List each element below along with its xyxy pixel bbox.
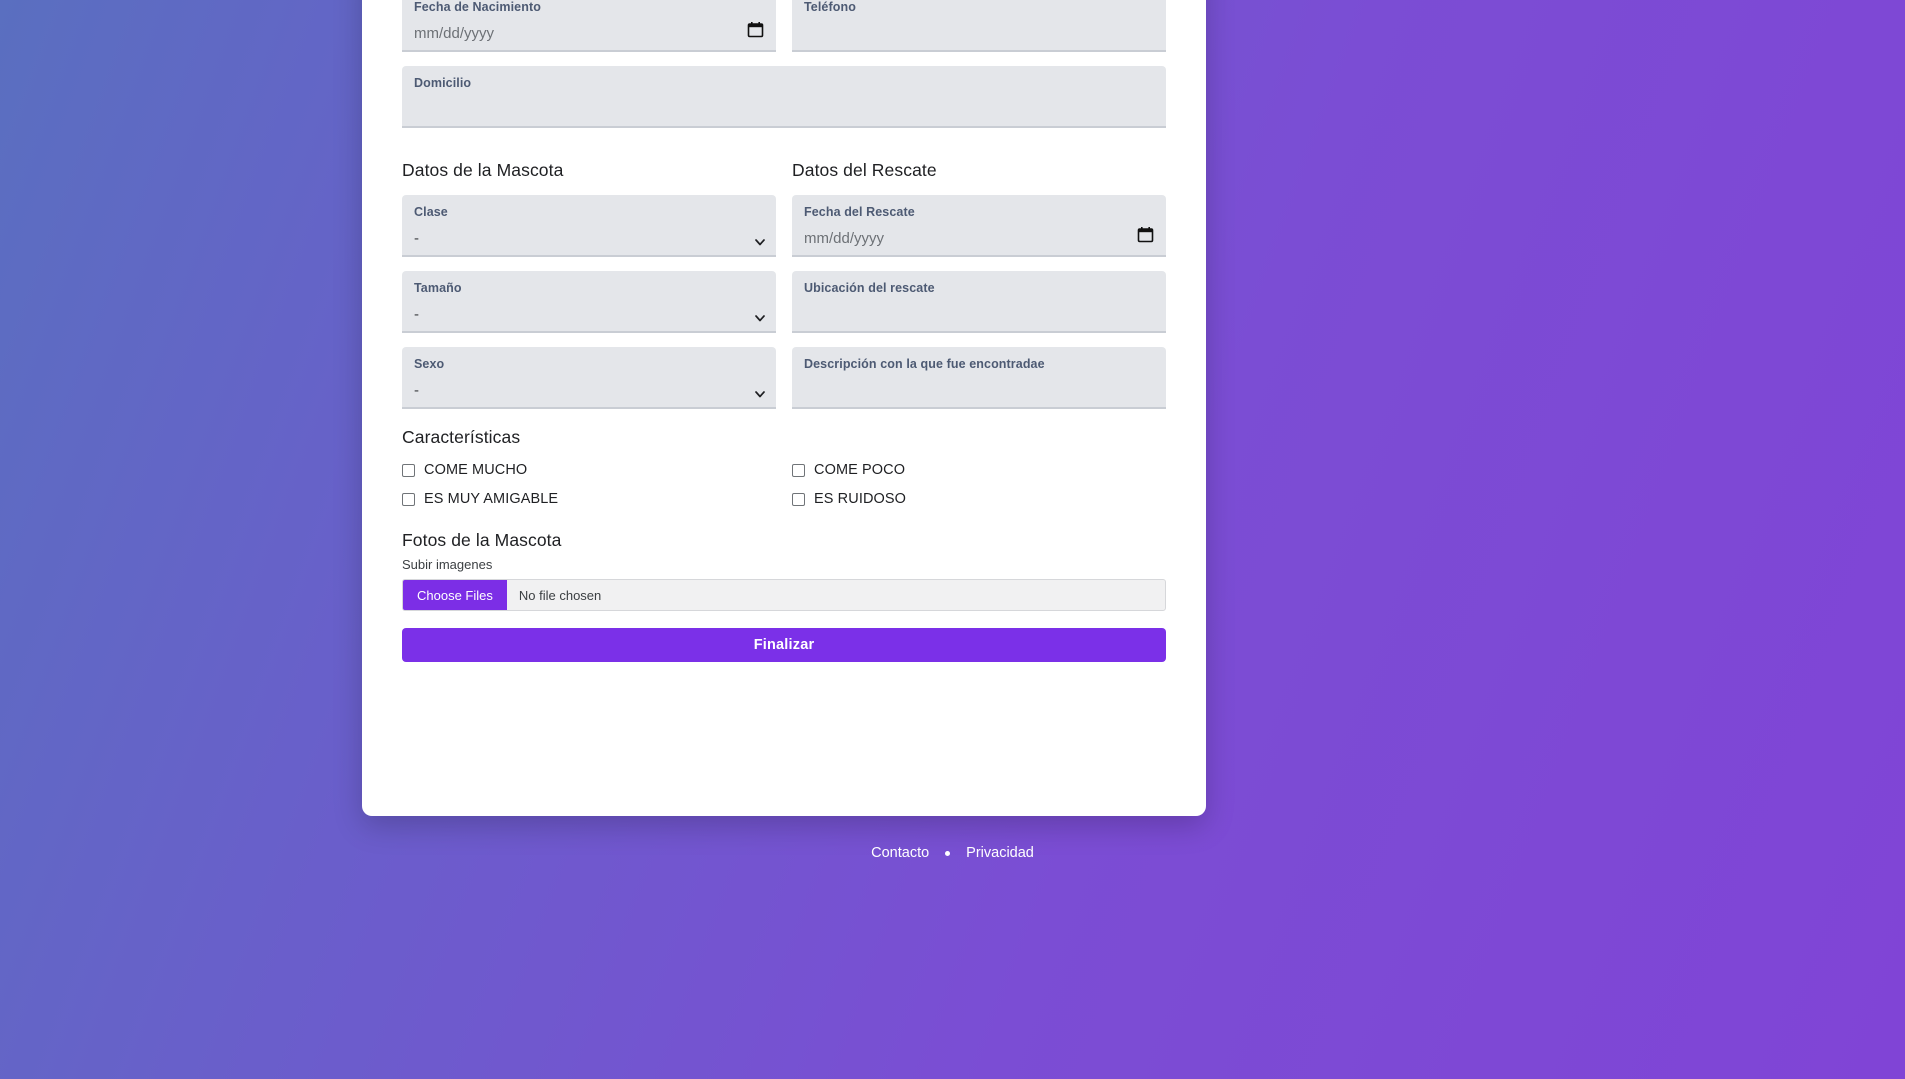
upload-label: Subir imagenes: [402, 557, 493, 572]
field-label: Clase: [414, 205, 448, 219]
checkbox-label: COME POCO: [814, 462, 906, 478]
row-clase-fecharescate: Clase - Fecha del Rescate mm/dd/yyyy: [402, 195, 1166, 257]
section-title-fotos: Fotos de la Mascota: [402, 530, 562, 550]
field-col: Ubicación del rescate: [792, 271, 1166, 333]
field-col: Fecha del Rescate mm/dd/yyyy: [792, 195, 1166, 257]
checkbox-column-left: COME MUCHO ES MUY AMIGABLE: [402, 462, 776, 520]
footer-link-contacto[interactable]: Contacto: [871, 845, 929, 861]
checkbox-es-muy-amigable[interactable]: ES MUY AMIGABLE: [402, 491, 776, 507]
field-col: Tamaño -: [402, 271, 776, 333]
calendar-icon[interactable]: [1137, 226, 1154, 243]
checkbox-box[interactable]: [792, 463, 805, 477]
file-name-text: No file chosen: [518, 587, 602, 603]
checkbox-come-poco[interactable]: COME POCO: [792, 462, 1166, 478]
checkbox-label: ES RUIDOSO: [814, 491, 907, 507]
field-sexo[interactable]: Sexo -: [402, 347, 776, 409]
field-col: Domicilio: [402, 66, 1166, 128]
row-sexo-descripcion: Sexo - Descripción con la que fue encont…: [402, 347, 1166, 409]
field-clase[interactable]: Clase -: [402, 195, 776, 257]
field-telefono[interactable]: Teléfono: [792, 0, 1166, 52]
field-fecha-nacimiento[interactable]: Fecha de Nacimiento mm/dd/yyyy: [402, 0, 776, 52]
checkbox-es-ruidoso[interactable]: ES RUIDOSO: [792, 491, 1166, 507]
field-label: Sexo: [414, 357, 445, 371]
checkbox-label: ES MUY AMIGABLE: [424, 491, 559, 507]
field-col: Fecha de Nacimiento mm/dd/yyyy: [402, 0, 776, 52]
checkbox-label: COME MUCHO: [424, 462, 528, 478]
section-title-caracteristicas: Características: [402, 427, 521, 447]
checkbox-column-right: COME POCO ES RUIDOSO: [792, 462, 1166, 520]
footer-separator-dot: [945, 850, 951, 856]
field-value: mm/dd/yyyy: [414, 25, 495, 42]
field-col: Clase -: [402, 195, 776, 257]
personal-row-birth-phone: Fecha de Nacimiento mm/dd/yyyy Teléfono: [402, 0, 1166, 52]
field-col: Descripción con la que fue encontradae: [792, 347, 1166, 409]
section-titles-row: Datos de la Mascota Datos del Rescate: [402, 142, 1166, 195]
finalizar-button[interactable]: Finalizar: [402, 628, 1166, 662]
field-ubicacion-rescate[interactable]: Ubicación del rescate: [792, 271, 1166, 333]
field-value: mm/dd/yyyy: [804, 230, 885, 247]
field-value: -: [414, 382, 419, 399]
form-body: Fecha de Nacimiento mm/dd/yyyy Teléfono: [362, 0, 1206, 816]
file-upload-input[interactable]: Choose Files No file chosen: [402, 579, 1166, 611]
footer: Contacto Privacidad: [0, 845, 1905, 861]
checkbox-box[interactable]: [402, 492, 415, 506]
calendar-icon[interactable]: [747, 21, 764, 38]
checkbox-box[interactable]: [402, 463, 415, 477]
field-domicilio[interactable]: Domicilio: [402, 66, 1166, 128]
row-tamano-ubicacion: Tamaño - Ubicación del rescate: [402, 271, 1166, 333]
field-label: Domicilio: [414, 76, 472, 90]
field-label: Teléfono: [804, 0, 856, 14]
chevron-down-icon[interactable]: [754, 235, 766, 247]
chevron-down-icon[interactable]: [754, 311, 766, 323]
footer-link-privacidad[interactable]: Privacidad: [966, 845, 1034, 861]
field-col: Sexo -: [402, 347, 776, 409]
checkbox-come-mucho[interactable]: COME MUCHO: [402, 462, 776, 478]
field-label: Ubicación del rescate: [804, 281, 935, 295]
field-descripcion-encontrada[interactable]: Descripción con la que fue encontradae: [792, 347, 1166, 409]
field-fecha-rescate[interactable]: Fecha del Rescate mm/dd/yyyy: [792, 195, 1166, 257]
chevron-down-icon[interactable]: [754, 387, 766, 399]
checkbox-box[interactable]: [792, 492, 805, 506]
caracteristicas-checkbox-group: COME MUCHO ES MUY AMIGABLE COME POCO ES …: [402, 462, 1166, 520]
choose-files-button[interactable]: Choose Files: [403, 580, 507, 610]
personal-row-address: Domicilio: [402, 66, 1166, 128]
field-label: Descripción con la que fue encontradae: [804, 357, 1045, 371]
section-title-mascota: Datos de la Mascota: [402, 160, 564, 180]
field-label: Fecha del Rescate: [804, 205, 915, 219]
field-value: -: [414, 306, 419, 323]
field-value: -: [414, 230, 419, 247]
form-card: Fecha de Nacimiento mm/dd/yyyy Teléfono: [362, 0, 1206, 816]
section-title-rescate: Datos del Rescate: [792, 160, 937, 180]
field-label: Tamaño: [414, 281, 462, 295]
field-tamano[interactable]: Tamaño -: [402, 271, 776, 333]
field-label: Fecha de Nacimiento: [414, 0, 541, 14]
field-col: Teléfono: [792, 0, 1166, 52]
